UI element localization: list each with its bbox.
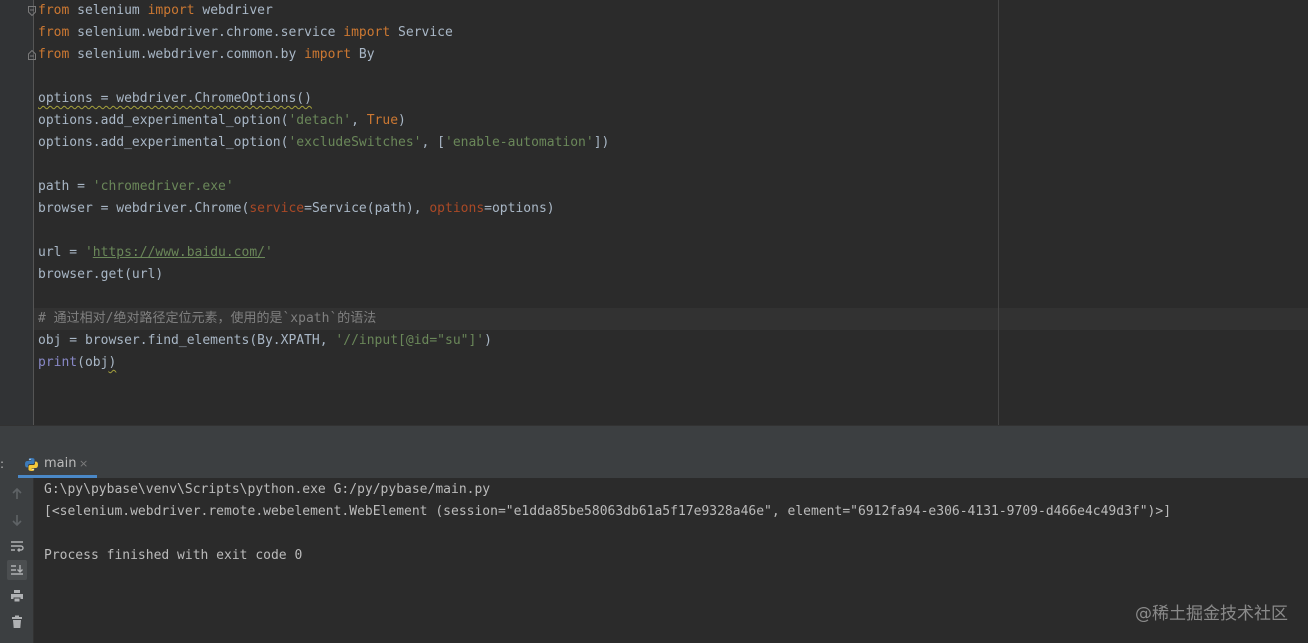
console-line: Process finished with exit code 0: [44, 548, 303, 563]
code-token: selenium.webdriver.chrome.service: [69, 25, 344, 40]
fold-open-icon[interactable]: [28, 6, 36, 16]
console-line: [<selenium.webdriver.remote.webelement.W…: [44, 504, 1172, 519]
code-line: options = webdriver.ChromeOptions(): [38, 88, 312, 110]
code-line: from selenium.webdriver.common.by import…: [38, 44, 375, 66]
code-token: webdriver: [194, 3, 273, 18]
code-line: path = 'chromedriver.exe': [38, 176, 234, 198]
code-line: print(obj): [38, 352, 116, 374]
code-token: options = webdriver.ChromeOptions(): [38, 91, 312, 106]
run-toolbar: [0, 478, 34, 643]
code-token: import: [304, 47, 352, 62]
code-token: '//input[@id="su"]': [335, 333, 485, 348]
code-line: from selenium import webdriver: [38, 0, 273, 22]
code-token: selenium.webdriver.common.by: [69, 47, 305, 62]
code-line: options.add_experimental_option('detach'…: [38, 110, 406, 132]
code-token: (obj: [77, 355, 109, 370]
tab-main[interactable]: main ×: [18, 451, 97, 478]
code-token: browser.get(url): [38, 267, 164, 282]
code-token: print: [38, 355, 78, 370]
python-file-icon: [24, 457, 39, 476]
right-margin-guide: [998, 0, 999, 425]
code-token: import: [343, 25, 391, 40]
code-token: browser = webdriver.Chrome(: [38, 201, 250, 216]
code-token: Service: [390, 25, 453, 40]
code-line: browser = webdriver.Chrome(service=Servi…: [38, 198, 555, 220]
code-token: True: [366, 113, 399, 128]
code-token: 'excludeSwitches': [288, 135, 422, 150]
code-token: from: [38, 47, 70, 62]
code-token: options: [429, 201, 485, 216]
code-token: path =: [38, 179, 93, 194]
code-editor[interactable]: from selenium import webdriver from selen…: [0, 0, 1308, 425]
editor-gutter: [0, 0, 34, 425]
code-line: obj = browser.find_elements(By.XPATH, '/…: [38, 330, 492, 352]
console-output[interactable]: G:\py\pybase\venv\Scripts\python.exe G:/…: [34, 478, 1308, 643]
code-line: options.add_experimental_option('exclude…: [38, 132, 609, 154]
code-token: options.add_experimental_option(: [38, 113, 289, 128]
code-token: selenium: [69, 3, 148, 18]
run-header-label: :: [0, 457, 5, 471]
code-token: , [: [421, 135, 445, 150]
code-token: =options): [484, 201, 555, 216]
code-token: ]): [593, 135, 610, 150]
code-token: 'chromedriver.exe': [92, 179, 234, 194]
code-token: 'enable-automation': [445, 135, 594, 150]
code-token: # 通过相对/绝对路径定位元素，使用的是`xpath`的语法: [38, 311, 377, 326]
code-token: import: [147, 3, 195, 18]
code-token: =Service(path),: [304, 201, 430, 216]
code-token: ': [264, 245, 273, 260]
soft-wrap-icon[interactable]: [7, 536, 27, 556]
code-token: service: [249, 201, 305, 216]
fold-close-icon[interactable]: [28, 50, 36, 60]
scroll-to-end-icon[interactable]: [7, 560, 27, 580]
watermark: @稀土掘金技术社区: [1135, 604, 1288, 624]
print-icon[interactable]: [7, 586, 27, 606]
trash-icon[interactable]: [7, 612, 27, 632]
code-token: 'detach': [288, 113, 352, 128]
code-line: from selenium.webdriver.chrome.service i…: [38, 22, 453, 44]
console-line: G:\py\pybase\venv\Scripts\python.exe G:/…: [44, 482, 491, 497]
tool-window-splitter[interactable]: [0, 425, 1308, 452]
code-token: options.add_experimental_option(: [38, 135, 289, 150]
code-token: ): [398, 113, 406, 128]
code-line: # 通过相对/绝对路径定位元素，使用的是`xpath`的语法: [38, 308, 376, 330]
code-token: https://www.baidu.com/: [92, 245, 265, 260]
code-token: url =: [38, 245, 85, 260]
close-icon[interactable]: ×: [79, 457, 88, 470]
arrow-down-icon[interactable]: [7, 510, 27, 530]
code-token: obj = browser.find_elements(By.XPATH,: [38, 333, 336, 348]
code-token: ): [484, 333, 492, 348]
code-token: ,: [351, 113, 367, 128]
code-token: ): [108, 355, 117, 370]
code-token: from: [38, 3, 70, 18]
code-line: url = 'https://www.baidu.com/': [38, 242, 273, 264]
run-tool-window-header: : main ×: [0, 451, 1308, 479]
arrow-up-icon[interactable]: [7, 484, 27, 504]
code-line: browser.get(url): [38, 264, 163, 286]
code-token: ': [84, 245, 93, 260]
code-token: from: [38, 25, 70, 40]
code-token: By: [351, 47, 375, 62]
tab-main-label: main: [44, 456, 77, 471]
